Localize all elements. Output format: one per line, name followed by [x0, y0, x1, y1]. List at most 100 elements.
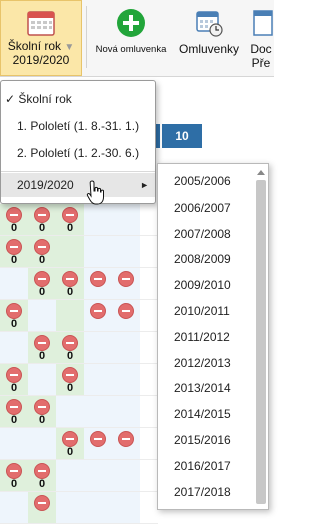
grid-cell[interactable] [140, 396, 158, 428]
grid-cell[interactable] [0, 428, 28, 460]
scrollbar-thumb[interactable] [256, 180, 266, 504]
grid-cell[interactable] [112, 492, 140, 524]
grid-cell[interactable] [112, 332, 140, 364]
cell-value: 0 [66, 222, 74, 234]
absence-icon [62, 335, 78, 351]
grid-cell[interactable]: 0 [0, 204, 28, 236]
scroll-up-arrow-icon[interactable] [257, 170, 265, 175]
grid-cell[interactable] [112, 428, 140, 460]
grid-cell[interactable] [0, 332, 28, 364]
grid-cell[interactable]: 0 [0, 236, 28, 268]
year-option[interactable]: 2007/2008 [174, 227, 231, 241]
grid-cell[interactable] [84, 364, 112, 396]
menu-item-label: 1. Pololetí (1. 8.-31. 1.) [17, 119, 140, 133]
grid-cell[interactable] [112, 300, 140, 332]
grid-cell[interactable] [140, 332, 158, 364]
school-year-button[interactable]: Školní rok ▼ 2019/2020 [0, 0, 82, 76]
grid-cell[interactable] [56, 300, 84, 332]
grid-cell[interactable] [28, 300, 56, 332]
year-option[interactable]: 2008/2009 [174, 252, 231, 266]
year-option[interactable]: 2013/2014 [174, 381, 231, 395]
grid-cell[interactable]: 0 [56, 364, 84, 396]
grid-cell[interactable] [84, 268, 112, 300]
year-option[interactable]: 2015/2016 [174, 433, 231, 447]
grid-cell[interactable] [112, 364, 140, 396]
menu-item-year-selector[interactable]: 2019/2020 ► [1, 173, 155, 197]
grid-cell[interactable] [84, 460, 112, 492]
grid-cell[interactable]: 0 [28, 332, 56, 364]
submenu-arrow-icon: ► [140, 180, 149, 190]
grid-cell[interactable] [140, 300, 158, 332]
grid-cell[interactable] [84, 492, 112, 524]
grid-cell[interactable] [56, 460, 84, 492]
menu-item-school-year[interactable]: ✓ Školní rok [1, 87, 155, 111]
year-option[interactable]: 2011/2012 [174, 330, 230, 344]
grid-cell[interactable] [84, 300, 112, 332]
menu-item-label: 2019/2020 [17, 178, 74, 192]
absence-icon [6, 399, 22, 415]
absence-icon [34, 207, 50, 223]
grid-cell[interactable] [140, 492, 158, 524]
grid-cell[interactable] [56, 236, 84, 268]
grid-cell[interactable]: 0 [56, 204, 84, 236]
year-option[interactable]: 2009/2010 [174, 278, 231, 292]
grid-cell[interactable]: 0 [28, 460, 56, 492]
grid-cell[interactable] [140, 428, 158, 460]
grid-cell[interactable]: 0 [0, 460, 28, 492]
submenu-scrollbar[interactable] [256, 170, 266, 504]
menu-item-second-semester[interactable]: 2. Pololetí (1. 2.-30. 6.) [1, 141, 155, 165]
grid-cell[interactable] [112, 236, 140, 268]
grid-cell[interactable]: 0 [0, 396, 28, 428]
year-option[interactable]: 2006/2007 [174, 201, 231, 215]
excuses-button[interactable]: Omluvenky [176, 0, 242, 76]
grid-cell[interactable] [84, 236, 112, 268]
cell-value: 0 [10, 478, 18, 490]
grid-cell[interactable] [84, 204, 112, 236]
new-excuse-label: Nová omluvenka [95, 44, 167, 55]
grid-cell[interactable] [84, 396, 112, 428]
menu-item-label: Školní rok [18, 92, 72, 106]
grid-cell[interactable] [112, 396, 140, 428]
grid-cell[interactable] [28, 492, 56, 524]
grid-cell[interactable]: 0 [28, 268, 56, 300]
grid-cell[interactable] [28, 428, 56, 460]
grid-cell[interactable] [0, 492, 28, 524]
new-excuse-button[interactable]: Nová omluvenka [90, 0, 172, 76]
grid-cell[interactable] [112, 460, 140, 492]
absence-icon [34, 239, 50, 255]
absence-icon [62, 271, 78, 287]
grid-cell[interactable] [140, 236, 158, 268]
grid-cell[interactable] [140, 364, 158, 396]
year-option[interactable]: 2005/2006 [174, 174, 231, 188]
grid-cell[interactable] [84, 428, 112, 460]
grid-cell[interactable] [112, 268, 140, 300]
grid-cell[interactable] [56, 396, 84, 428]
cell-value: 0 [66, 382, 74, 394]
year-option[interactable]: 2010/2011 [174, 304, 230, 318]
grid-cell[interactable]: 0 [56, 268, 84, 300]
cell-value: 0 [38, 350, 46, 362]
grid-cell[interactable] [56, 492, 84, 524]
grid-cell[interactable] [112, 204, 140, 236]
grid-cell[interactable]: 0 [0, 300, 28, 332]
year-option[interactable]: 2012/2013 [174, 356, 231, 370]
chevron-down-icon: ▼ [64, 42, 75, 53]
document-button[interactable]: Doc Pře [248, 0, 274, 76]
grid-cell[interactable] [140, 460, 158, 492]
grid-cell[interactable]: 0 [56, 332, 84, 364]
grid-cell[interactable]: 0 [28, 204, 56, 236]
year-option[interactable]: 2017/2018 [174, 485, 231, 499]
menu-item-first-semester[interactable]: 1. Pololetí (1. 8.-31. 1.) [1, 114, 155, 138]
grid-cell[interactable] [140, 204, 158, 236]
grid-cell[interactable]: 0 [28, 236, 56, 268]
absence-icon [34, 335, 50, 351]
grid-cell[interactable] [0, 268, 28, 300]
grid-cell[interactable] [84, 332, 112, 364]
year-option[interactable]: 2016/2017 [174, 459, 231, 473]
grid-cell[interactable]: 0 [0, 364, 28, 396]
year-option[interactable]: 2014/2015 [174, 407, 231, 421]
grid-cell[interactable] [28, 364, 56, 396]
grid-cell[interactable]: 0 [28, 396, 56, 428]
grid-cell[interactable] [140, 268, 158, 300]
grid-cell[interactable]: 0 [56, 428, 84, 460]
